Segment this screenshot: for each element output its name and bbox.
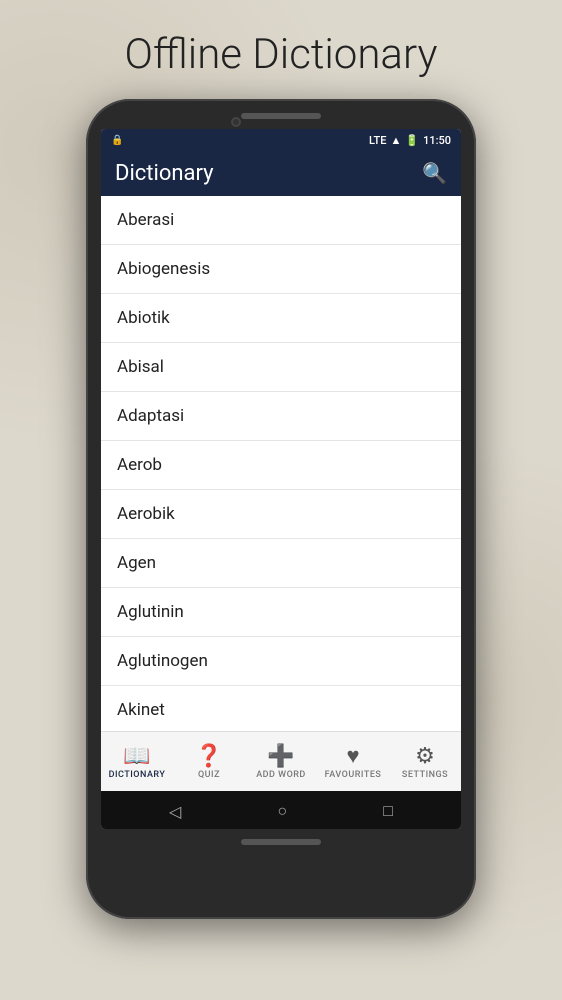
- list-item[interactable]: Aerobik: [101, 490, 461, 539]
- nav-item-add_word[interactable]: ➕ ADD WORD: [245, 746, 317, 780]
- status-left: 🔒: [111, 135, 123, 146]
- side-button-left-2: [86, 299, 87, 349]
- nav-label-favourites: FAVOURITES: [325, 770, 382, 780]
- signal-icon: LTE: [369, 134, 387, 147]
- nav-icon-settings: ⚙: [415, 746, 435, 768]
- word-list: AberasiAbiogenesisAbiotikAbisalAdaptasiA…: [101, 196, 461, 731]
- nav-label-settings: SETTINGS: [402, 770, 448, 780]
- bottom-nav: 📖 DICTIONARY ❓ QUIZ ➕ ADD WORD ♥ FAVOURITES ⚙ SET…: [101, 731, 461, 791]
- clock: 11:50: [423, 134, 451, 147]
- side-button-left-1: [86, 249, 87, 279]
- screen: 🔒 LTE ▲ 🔋 11:50 Dictionary 🔍 AberasiAbio…: [101, 129, 461, 829]
- phone-speaker-bottom: [241, 839, 321, 845]
- phone-speaker-top: [241, 113, 321, 119]
- nav-label-quiz: QUIZ: [198, 770, 220, 780]
- nav-item-settings[interactable]: ⚙ SETTINGS: [389, 746, 461, 780]
- list-item[interactable]: Akinet: [101, 686, 461, 731]
- nav-item-favourites[interactable]: ♥ FAVOURITES: [317, 746, 389, 780]
- phone-shell: 🔒 LTE ▲ 🔋 11:50 Dictionary 🔍 AberasiAbio…: [86, 99, 476, 919]
- list-item[interactable]: Agen: [101, 539, 461, 588]
- nav-icon-quiz: ❓: [195, 746, 222, 768]
- nav-icon-favourites: ♥: [346, 746, 359, 768]
- list-item[interactable]: Aglutinogen: [101, 637, 461, 686]
- system-nav-bar: ◁ ○ □: [101, 791, 461, 829]
- status-right: LTE ▲ 🔋 11:50: [369, 134, 451, 147]
- app-bar-title: Dictionary: [115, 161, 214, 186]
- nav-icon-add_word: ➕: [267, 746, 294, 768]
- nav-icon-dictionary: 📖: [123, 746, 150, 768]
- home-button[interactable]: ○: [277, 801, 287, 821]
- app-bar: Dictionary 🔍: [101, 151, 461, 196]
- list-item[interactable]: Aberasi: [101, 196, 461, 245]
- list-item[interactable]: Aglutinin: [101, 588, 461, 637]
- list-item[interactable]: Abiogenesis: [101, 245, 461, 294]
- status-bar: 🔒 LTE ▲ 🔋 11:50: [101, 129, 461, 151]
- nav-label-dictionary: DICTIONARY: [109, 770, 166, 780]
- list-item[interactable]: Abiotik: [101, 294, 461, 343]
- battery-icon: 🔋: [405, 134, 419, 147]
- search-button[interactable]: 🔍: [422, 164, 447, 184]
- side-button-left-3: [86, 364, 87, 414]
- recent-button[interactable]: □: [383, 801, 393, 821]
- list-item[interactable]: Adaptasi: [101, 392, 461, 441]
- nav-item-quiz[interactable]: ❓ QUIZ: [173, 746, 245, 780]
- back-button[interactable]: ◁: [169, 802, 181, 821]
- lock-icon: 🔒: [111, 135, 123, 146]
- side-button-right: [475, 279, 476, 329]
- list-item[interactable]: Aerob: [101, 441, 461, 490]
- nav-item-dictionary[interactable]: 📖 DICTIONARY: [101, 746, 173, 780]
- phone-camera: [231, 117, 241, 127]
- nav-label-add_word: ADD WORD: [256, 770, 306, 780]
- signal-bars: ▲: [390, 134, 401, 147]
- list-item[interactable]: Abisal: [101, 343, 461, 392]
- page-title: Offline Dictionary: [105, 0, 458, 99]
